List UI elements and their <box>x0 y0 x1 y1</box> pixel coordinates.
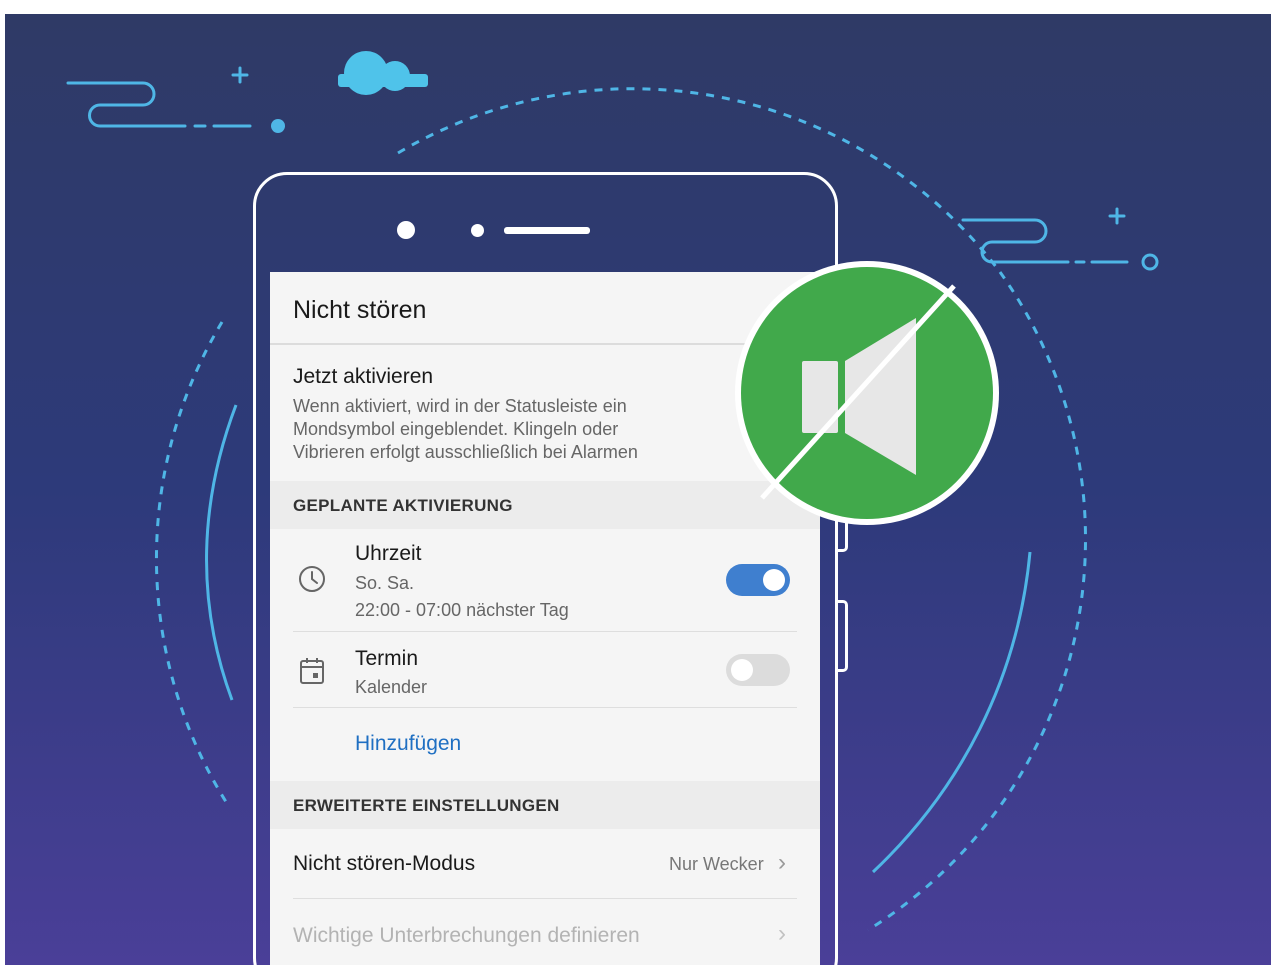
solid-arc-right <box>871 551 1032 874</box>
dnd-mode-label: Nicht stören-Modus <box>293 852 476 875</box>
calendar-icon <box>300 658 324 684</box>
earpiece-speaker <box>504 227 590 234</box>
speaker-muted-icon <box>735 261 999 525</box>
dnd-mode-value: Nur Wecker <box>669 854 764 874</box>
schedule-time-label: Uhrzeit <box>355 542 422 565</box>
advanced-section-header: ERWEITERTE EINSTELLUNGEN <box>270 781 820 829</box>
scheduled-section-label: GEPLANTE AKTIVIERUNG <box>293 496 513 515</box>
schedule-days: So. Sa. <box>355 573 415 593</box>
toggle-knob <box>763 569 785 591</box>
toggle-knob <box>731 659 753 681</box>
schedule-event-toggle[interactable] <box>726 654 790 686</box>
clock-icon <box>299 566 325 592</box>
dot-icon <box>271 119 285 133</box>
phone-side-button-lower <box>838 600 848 672</box>
schedule-time-toggle[interactable] <box>726 564 790 596</box>
wind-line-icon-left <box>66 66 252 128</box>
advanced-section-label: ERWEITERTE EINSTELLUNGEN <box>293 796 560 815</box>
row-divider <box>293 898 797 899</box>
row-divider <box>293 631 797 632</box>
chevron-right-icon: › <box>778 920 786 947</box>
chevron-right-icon: › <box>778 849 786 876</box>
activate-description-line-1: Wenn aktiviert, wird in der Statusleiste… <box>293 396 627 416</box>
dashed-arc-left <box>154 321 230 806</box>
schedule-event-label: Termin <box>355 647 419 670</box>
front-camera <box>397 221 415 239</box>
interruptions-label: Wichtige Unterbrechungen definieren <box>293 924 640 947</box>
solid-arc-left <box>205 404 238 701</box>
row-divider <box>293 707 797 708</box>
illustration-stage: Nicht stören Jetzt aktivieren Wenn aktiv… <box>0 0 1271 965</box>
activate-description-line-3: Vibrieren erfolgt ausschließlich bei Ala… <box>293 442 638 462</box>
add-schedule-link[interactable]: Hinzufügen <box>355 732 461 756</box>
activate-now-label: Jetzt aktivieren <box>293 365 434 388</box>
cloud-icon <box>338 51 428 95</box>
activate-description-line-2: Mondsymbol eingeblendet. Klingeln oder <box>293 419 619 439</box>
schedule-time-range: 22:00 - 07:00 nächster Tag <box>355 600 569 620</box>
proximity-sensor <box>471 224 484 237</box>
schedule-event-sub: Kalender <box>355 677 428 697</box>
page-title: Nicht stören <box>293 296 427 324</box>
